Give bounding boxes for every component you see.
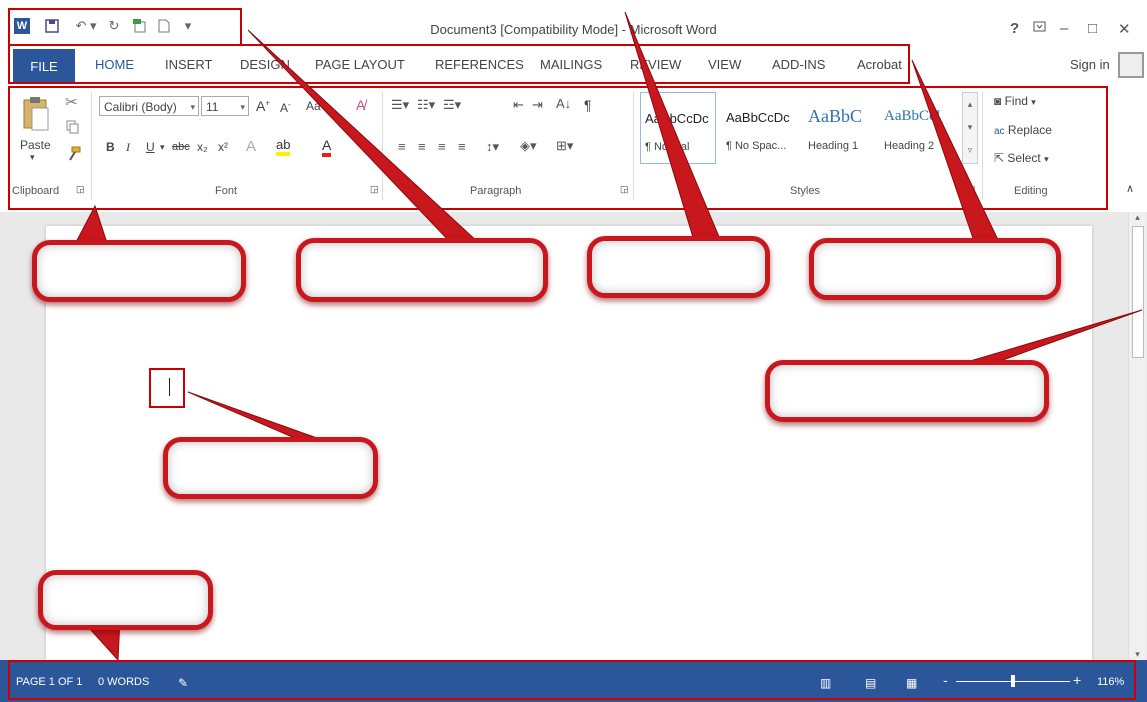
annotation-bubble-cursor <box>163 437 378 499</box>
minimize-button[interactable]: – <box>1060 20 1068 37</box>
maximize-button[interactable]: □ <box>1088 20 1097 37</box>
annotation-bubble-clipboard <box>32 240 246 302</box>
annotation-box-tabs <box>8 44 910 84</box>
scroll-up-icon[interactable]: ▴ <box>1129 212 1146 223</box>
annotation-bubble-scrollbar <box>765 360 1049 422</box>
annotation-bubble-ribbon <box>809 238 1061 300</box>
avatar[interactable] <box>1118 52 1144 78</box>
annotation-bubble-statusbar <box>38 570 213 630</box>
annotation-box-cursor <box>149 368 185 408</box>
ribbon-display-options-icon[interactable] <box>1033 20 1047 38</box>
collapse-ribbon-icon[interactable]: ∧ <box>1126 182 1134 195</box>
annotation-bubble-quick-access <box>296 238 548 302</box>
annotation-bubble-tabs <box>587 236 770 298</box>
vertical-scrollbar[interactable]: ▴ ▾ <box>1128 212 1146 660</box>
sign-in-link[interactable]: Sign in <box>1070 57 1110 72</box>
close-button[interactable]: ✕ <box>1118 20 1131 38</box>
scroll-down-icon[interactable]: ▾ <box>1129 649 1146 660</box>
annotation-box-quick-access <box>8 8 242 46</box>
annotation-box-ribbon <box>8 86 1108 210</box>
annotation-box-statusbar <box>8 660 1136 700</box>
help-button[interactable]: ? <box>1010 20 1019 37</box>
scrollbar-thumb[interactable] <box>1132 226 1144 358</box>
